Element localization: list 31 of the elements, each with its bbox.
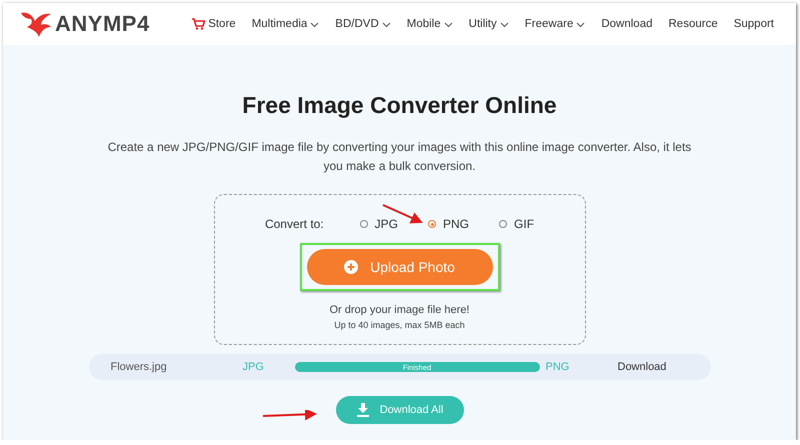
- description: Create a new JPG/PNG/GIF image file by converting your images with this online image converter. Also, it lets you make a bulk conversion.: [106, 139, 692, 175]
- caret-icon: [382, 20, 391, 28]
- brand-name[interactable]: ANYMP4: [55, 11, 150, 37]
- caret-icon: [576, 20, 586, 28]
- format-radio[interactable]: PNG: [428, 217, 470, 231]
- convert-label: Convert to:: [264, 217, 324, 231]
- nav-link[interactable]: Download: [601, 18, 652, 30]
- format-radio[interactable]: GIF: [499, 217, 534, 231]
- format-radio[interactable]: JPG: [360, 217, 398, 231]
- source-format: JPG: [242, 361, 265, 373]
- nav-link[interactable]: Support: [734, 18, 774, 30]
- nav-link[interactable]: Multimedia: [252, 18, 320, 30]
- download-icon: [356, 403, 370, 417]
- nav-link[interactable]: Mobile: [406, 18, 453, 30]
- nav-link[interactable]: Resource: [668, 18, 718, 30]
- download-link[interactable]: Download: [618, 361, 666, 373]
- drop-zone[interactable]: Convert to: JPG PNG GIF Upload Photo Or drop your image file here! Up to 40 images, max 5MB each: [214, 194, 586, 345]
- nav-link[interactable]: Utility: [468, 18, 509, 30]
- caret-icon: [500, 20, 509, 28]
- plus-icon: [344, 260, 358, 274]
- nav-link[interactable]: Store: [192, 18, 236, 30]
- file-name: Flowers.jpg: [110, 361, 168, 373]
- cart-icon: [192, 18, 206, 30]
- nav-link[interactable]: BD/DVD: [335, 18, 391, 30]
- nav-link[interactable]: Freeware: [524, 18, 586, 30]
- caret-icon: [444, 20, 453, 28]
- drop-hint: Or drop your image file here!: [329, 304, 470, 316]
- caret-icon: [310, 20, 320, 28]
- limit-note: Up to 40 images, max 5MB each: [334, 320, 465, 330]
- page-title: Free Image Converter Online: [242, 92, 557, 119]
- target-format: PNG: [544, 361, 570, 373]
